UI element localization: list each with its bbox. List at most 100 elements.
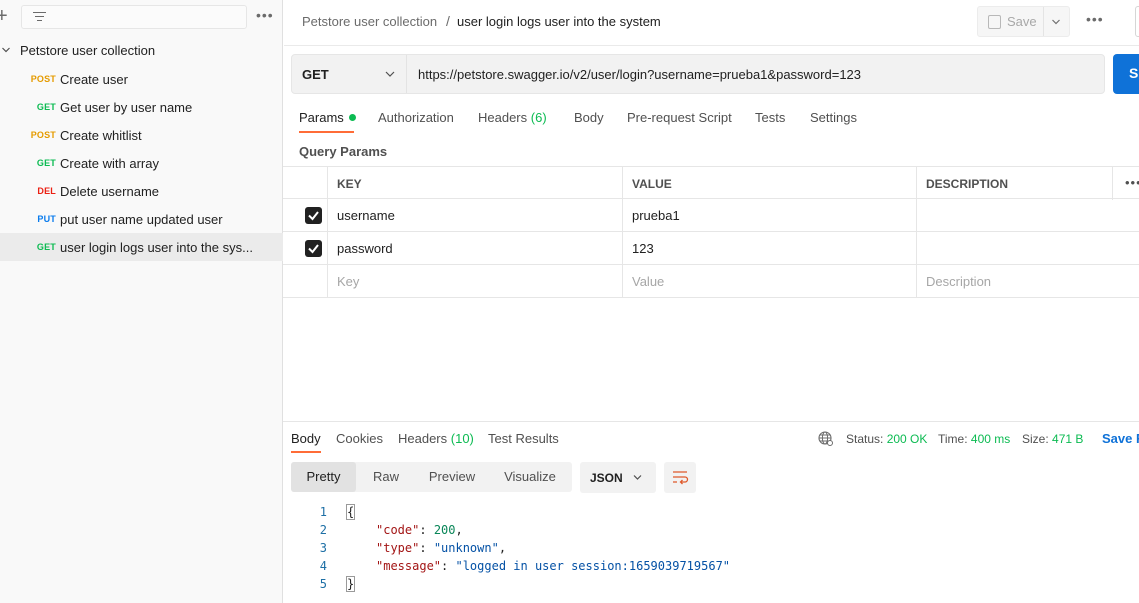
method-badge: GET [36, 102, 56, 112]
status-value: 200 OK [886, 432, 928, 446]
tab-body[interactable]: Body [574, 110, 604, 125]
code-line: "type": "unknown", [376, 541, 507, 555]
table-row: username prueba1 [283, 199, 1139, 232]
response-tab-test-results[interactable]: Test Results [488, 431, 559, 446]
tab-settings[interactable]: Settings [810, 110, 857, 125]
request-name: user login logs user into the sys... [60, 240, 253, 255]
response-tab-cookies[interactable]: Cookies [336, 431, 383, 446]
tab-prerequest-script[interactable]: Pre-request Script [627, 110, 732, 125]
globe-icon[interactable] [818, 431, 833, 446]
more-icon[interactable]: ••• [1086, 12, 1104, 26]
sidebar-toolbar: + ••• [0, 0, 283, 34]
save-icon [988, 15, 1001, 29]
code-line: "message": "logged in user session:16590… [376, 559, 731, 573]
json-key: "type" [376, 541, 420, 555]
request-name: Create whitlist [60, 128, 142, 143]
active-tab-indicator [291, 451, 321, 453]
view-pretty-button[interactable]: Pretty [291, 462, 356, 492]
format-select[interactable]: JSON [580, 462, 656, 493]
key-cell[interactable]: password [327, 232, 622, 265]
sidebar-request-item[interactable]: DEL Delete username [0, 177, 283, 205]
active-dot-icon [348, 114, 356, 121]
more-icon[interactable]: ••• [1125, 175, 1139, 190]
response-view-toggle: Pretty Raw Preview Visualize [291, 462, 572, 492]
line-number: 2 [319, 523, 327, 537]
code-line: } [345, 576, 356, 592]
column-options[interactable]: ••• [1112, 167, 1139, 200]
status-readout: Status: 200 OK [846, 432, 928, 446]
request-name: Create with array [60, 156, 159, 171]
method-label: GET [302, 67, 329, 82]
save-response-button[interactable]: Save R [1102, 431, 1139, 446]
response-tab-headers[interactable]: Headers (10) [398, 431, 474, 446]
sidebar: + ••• Petstore user collection POST Crea… [0, 0, 283, 603]
json-value: "unknown" [433, 541, 499, 555]
value-cell[interactable]: 123 [622, 232, 917, 265]
send-button[interactable]: S [1113, 54, 1139, 94]
tab-label: Headers [398, 431, 448, 446]
method-badge: GET [36, 242, 56, 252]
table-row-empty: Key Value Description [283, 265, 1139, 298]
url-input[interactable]: https://petstore.swagger.io/v2/user/logi… [418, 67, 861, 82]
description-cell[interactable] [916, 232, 1139, 265]
open-brace: { [345, 504, 356, 520]
divider[interactable] [283, 421, 1139, 422]
request-name: put user name updated user [60, 212, 223, 227]
save-label: Save [1007, 14, 1037, 29]
chevron-down-icon[interactable] [1052, 18, 1060, 26]
line-number: 4 [319, 559, 327, 573]
checkbox[interactable] [305, 240, 322, 257]
request-header: Petstore user collection / user login lo… [284, 0, 1139, 46]
side-panel-button[interactable] [1135, 6, 1139, 37]
description-cell[interactable] [916, 199, 1139, 232]
format-label: JSON [590, 471, 623, 485]
save-button[interactable]: Save [977, 6, 1070, 37]
checkbox[interactable] [305, 207, 322, 224]
tab-tests[interactable]: Tests [755, 110, 785, 125]
tab-authorization[interactable]: Authorization [378, 110, 454, 125]
sidebar-request-item[interactable]: POST Create whitlist [0, 121, 283, 149]
chevron-down-icon[interactable] [2, 46, 10, 54]
sidebar-request-item[interactable]: GET Get user by user name [0, 93, 283, 121]
time-readout: Time: 400 ms [938, 432, 1011, 446]
wrap-lines-button[interactable] [664, 462, 696, 493]
breadcrumb-current[interactable]: user login logs user into the system [457, 14, 661, 29]
key-cell[interactable]: username [327, 199, 622, 232]
sidebar-search-input[interactable] [21, 5, 247, 29]
sidebar-more-icon[interactable]: ••• [256, 8, 274, 22]
divider [1043, 7, 1044, 36]
method-badge: GET [36, 158, 56, 168]
table-header-row: KEY VALUE DESCRIPTION ••• [283, 166, 1139, 200]
key-input[interactable]: Key [327, 265, 622, 298]
line-number: 5 [319, 577, 327, 591]
collection-item[interactable]: Petstore user collection [0, 37, 283, 65]
description-input[interactable]: Description [916, 265, 1139, 298]
filter-icon[interactable] [33, 12, 46, 22]
method-select[interactable]: GET [292, 55, 407, 93]
json-key: "code" [376, 523, 420, 537]
view-raw-button[interactable]: Raw [356, 462, 416, 492]
view-preview-button[interactable]: Preview [416, 462, 488, 492]
column-header-description: DESCRIPTION [916, 167, 1112, 200]
tab-headers[interactable]: Headers (6) [478, 110, 547, 125]
breadcrumb-parent[interactable]: Petstore user collection [302, 14, 437, 29]
value-input[interactable]: Value [622, 265, 917, 298]
sidebar-request-item[interactable]: PUT put user name updated user [0, 205, 283, 233]
method-badge: PUT [37, 214, 56, 224]
add-icon[interactable]: + [0, 6, 8, 26]
view-visualize-button[interactable]: Visualize [488, 462, 572, 492]
query-params-title: Query Params [299, 144, 388, 159]
value-cell[interactable]: prueba1 [622, 199, 917, 232]
url-bar: GET https://petstore.swagger.io/v2/user/… [291, 54, 1105, 94]
sidebar-request-item-active[interactable]: GET user login logs user into the sys... [0, 233, 283, 261]
sidebar-request-item[interactable]: GET Create with array [0, 149, 283, 177]
response-tab-body[interactable]: Body [291, 431, 321, 446]
tab-params[interactable]: Params [299, 110, 356, 125]
size-readout: Size: 471 B [1022, 432, 1084, 446]
breadcrumb-separator: / [446, 13, 450, 29]
sidebar-request-item[interactable]: POST Create user [0, 65, 283, 93]
line-number: 1 [319, 505, 327, 519]
column-header-value: VALUE [622, 167, 917, 200]
wrap-lines-icon [673, 471, 689, 485]
request-name: Create user [60, 72, 128, 87]
